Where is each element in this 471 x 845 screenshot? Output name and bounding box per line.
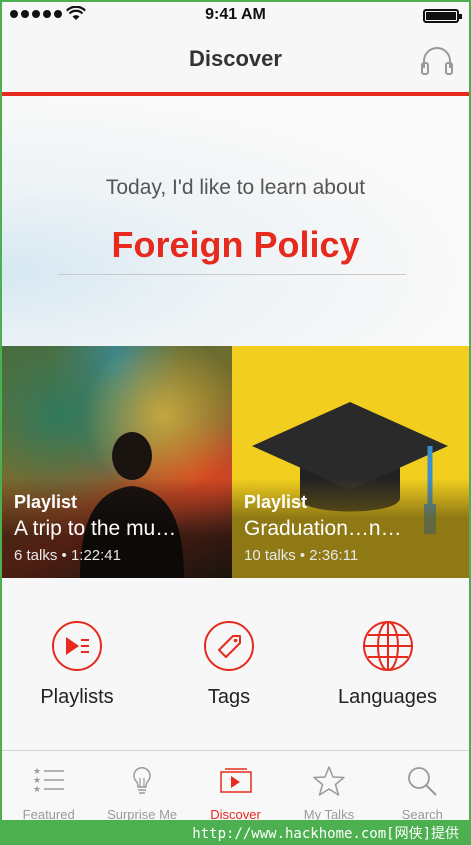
browse-tags-button[interactable]: Tags [152,578,306,750]
tab-surprise-me[interactable]: Surprise Me [95,751,188,820]
page-title: Discover [189,46,282,71]
browse-label: Languages [338,686,437,708]
browse-playlists-button[interactable]: Playlists [2,578,152,750]
tab-discover[interactable]: Discover [189,751,282,820]
globe-icon [362,621,413,671]
tag-icon [204,621,254,671]
tab-label: Search [401,807,443,820]
tab-label: My Talks [303,807,355,820]
browse-languages-button[interactable]: Languages [306,578,469,750]
browse-options: Playlists Tags Languages [2,578,469,750]
browse-label: Playlists [40,686,114,708]
watermark-footer: http://www.hackhome.com[网侠]提供 [0,820,471,845]
card-meta: 10 talks • 2:36:11 [244,547,359,564]
tab-label: Featured [22,807,75,820]
card-title: Graduation…n… [244,517,402,540]
star-icon [313,766,345,796]
app-screen: 9:41 AM Discover Today, I'd like to lear… [2,2,469,820]
list-icon: ★ ★ ★ [33,767,64,795]
svg-text:★: ★ [33,785,41,795]
card-kind: Playlist [244,492,308,512]
tab-my-talks[interactable]: My Talks [282,751,375,820]
topic-prompt: Today, I'd like to learn about [105,176,366,199]
topic-underline [58,274,406,275]
topic-selector[interactable]: Foreign Policy [2,224,469,266]
playlist-icon [52,621,102,671]
tab-bar: ★ ★ ★ Featured Surprise Me Discover My T… [2,750,469,820]
browse-label: Tags [207,686,251,708]
card-kind: Playlist [14,492,78,512]
playlist-card[interactable]: Playlist Graduation…n… 10 talks • 2:36:1… [232,346,469,578]
battery-icon [423,9,462,23]
tab-label: Discover [210,807,261,820]
headphones-icon[interactable] [419,44,455,76]
tab-label: Surprise Me [107,807,178,820]
lightbulb-icon [133,766,151,794]
playlist-card[interactable]: Playlist A trip to the mu… 6 talks • 1:2… [2,346,232,578]
tab-search[interactable]: Search [376,751,469,820]
status-bar: 9:41 AM [2,2,469,28]
status-time: 9:41 AM [205,6,266,23]
discover-icon [219,768,252,793]
navigation-bar: Discover [2,28,469,92]
watermark-text: http://www.hackhome.com[网侠]提供 [192,826,459,842]
card-title: A trip to the mu… [14,517,177,540]
topic-hero: Today, I'd like to learn about Foreign P… [2,96,469,346]
card-meta: 6 talks • 1:22:41 [14,547,121,564]
tab-featured[interactable]: ★ ★ ★ Featured [2,751,95,820]
playlist-cards: Playlist A trip to the mu… 6 talks • 1:2… [2,346,469,578]
search-icon [408,767,438,796]
